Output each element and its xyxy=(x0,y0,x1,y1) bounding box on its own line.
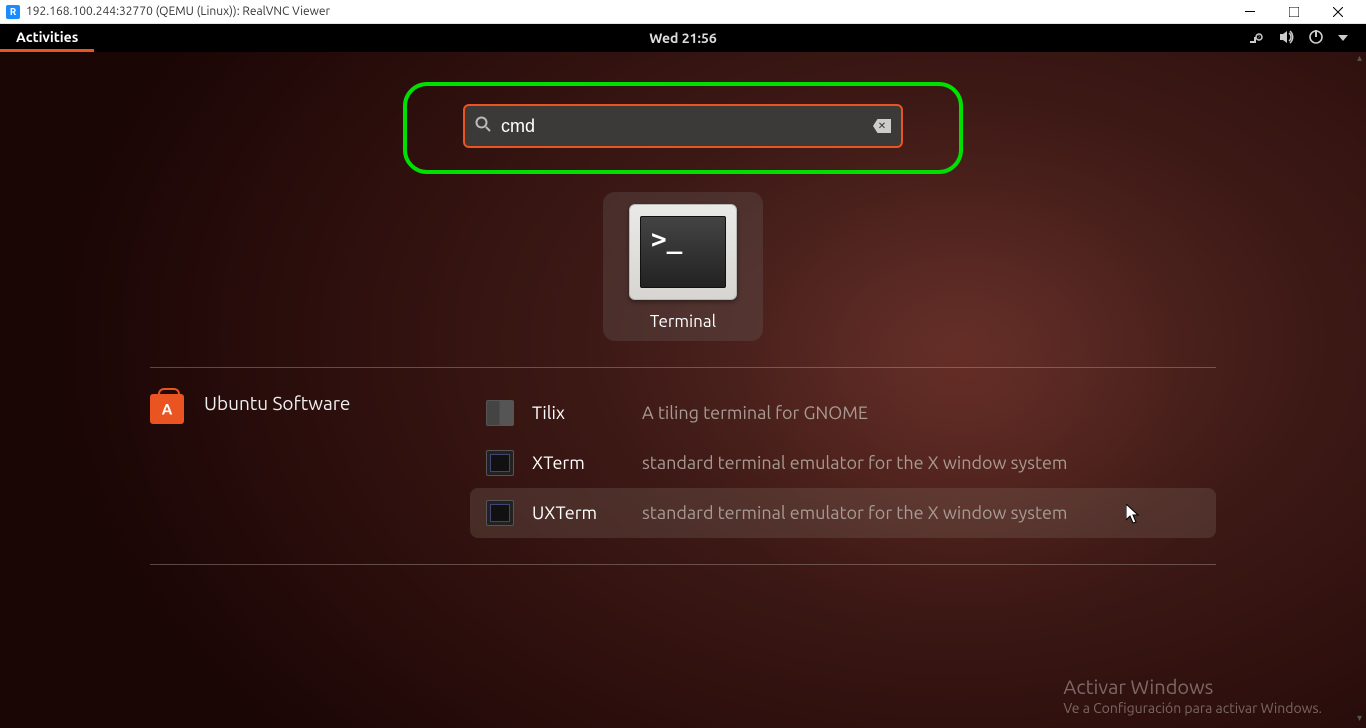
section-divider xyxy=(150,564,1216,565)
mouse-cursor xyxy=(1126,504,1142,528)
svg-text:?: ? xyxy=(1258,34,1260,40)
software-item-name: Tilix xyxy=(532,403,624,423)
scrollbar-down[interactable]: ▾ xyxy=(1357,712,1362,724)
activities-label: Activities xyxy=(16,29,78,45)
software-item-name: UXTerm xyxy=(532,503,624,523)
software-item-desc: standard terminal emulator for the X win… xyxy=(642,503,1067,523)
gnome-topbar: Activities Wed 21:56 ? xyxy=(0,24,1366,52)
search-icon xyxy=(475,116,491,136)
host-window-title: 192.168.100.244:32770 (QEMU (Linux)): Re… xyxy=(26,5,330,18)
software-item-uxterm[interactable]: UXTerm standard terminal emulator for th… xyxy=(470,488,1216,538)
minimize-button[interactable] xyxy=(1228,0,1272,24)
xterm-icon xyxy=(486,450,514,476)
watermark-line2: Ve a Configuración para activar Windows. xyxy=(1063,700,1322,716)
realvnc-icon: R xyxy=(6,5,20,19)
ubuntu-desktop: Activities Wed 21:56 ? xyxy=(0,24,1366,728)
search-input[interactable] xyxy=(501,116,873,137)
software-section-title: Ubuntu Software xyxy=(204,392,350,414)
app-result-terminal[interactable]: >_ Terminal xyxy=(603,192,763,341)
app-result-label: Terminal xyxy=(650,312,716,331)
software-item-name: XTerm xyxy=(532,453,624,473)
accessibility-icon[interactable]: ? xyxy=(1248,29,1264,48)
watermark-line1: Activar Windows xyxy=(1063,675,1322,698)
software-item-desc: A tiling terminal for GNOME xyxy=(642,403,868,423)
terminal-prompt-glyph: >_ xyxy=(640,216,726,288)
software-results-list: Tilix A tiling terminal for GNOME XTerm … xyxy=(470,388,1216,538)
maximize-button[interactable] xyxy=(1272,0,1316,24)
uxterm-icon xyxy=(486,500,514,526)
ubuntu-software-icon xyxy=(150,394,184,424)
software-item-desc: standard terminal emulator for the X win… xyxy=(642,453,1067,473)
activities-button[interactable]: Activities xyxy=(0,24,94,52)
software-item-tilix[interactable]: Tilix A tiling terminal for GNOME xyxy=(470,388,1216,438)
clear-search-button[interactable]: ✕ xyxy=(873,119,891,133)
windows-activation-watermark: Activar Windows Ve a Configuración para … xyxy=(1063,675,1322,716)
power-icon[interactable] xyxy=(1308,29,1324,48)
tilix-icon xyxy=(486,400,514,426)
search-highlight-annotation: ✕ xyxy=(403,82,963,174)
close-button[interactable] xyxy=(1316,0,1360,24)
chevron-down-icon[interactable] xyxy=(1338,30,1348,46)
system-tray[interactable]: ? xyxy=(1248,29,1366,48)
clock[interactable]: Wed 21:56 xyxy=(649,30,717,46)
search-bar[interactable]: ✕ xyxy=(463,104,903,148)
host-window-titlebar: R 192.168.100.244:32770 (QEMU (Linux)): … xyxy=(0,0,1366,24)
software-item-xterm[interactable]: XTerm standard terminal emulator for the… xyxy=(470,438,1216,488)
terminal-icon: >_ xyxy=(629,204,737,300)
volume-icon[interactable] xyxy=(1278,29,1294,48)
section-divider xyxy=(150,367,1216,368)
